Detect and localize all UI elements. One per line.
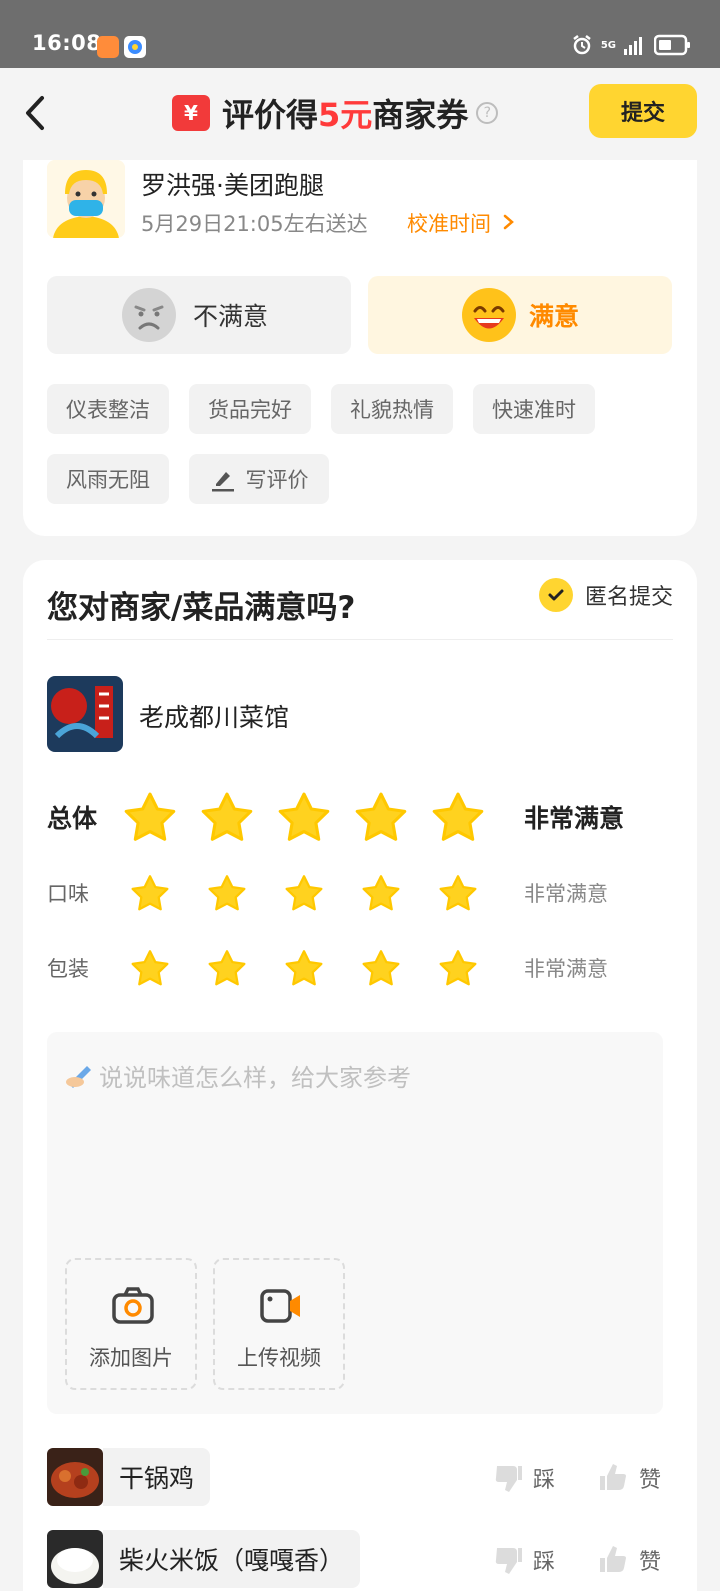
courier-avatar	[47, 160, 125, 238]
rating-star[interactable]	[285, 949, 323, 987]
add-photo-label: 添加图片	[89, 1346, 173, 1370]
dislike-label: 踩	[533, 1468, 556, 1493]
title-highlight: 5元	[318, 96, 373, 134]
rating-star[interactable]	[355, 791, 407, 843]
rating-star[interactable]	[439, 874, 477, 912]
sad-face-icon	[122, 288, 176, 342]
title-suffix: 商家券	[372, 96, 469, 134]
upload-video-button[interactable]: 上传视频	[213, 1258, 345, 1390]
satisfied-label: 满意	[528, 302, 579, 331]
rating-star[interactable]	[432, 791, 484, 843]
divider	[47, 639, 673, 640]
rating-label: 总体	[47, 804, 98, 833]
calibrate-time-label: 校准时间	[407, 212, 491, 236]
add-photo-button[interactable]: 添加图片	[65, 1258, 197, 1390]
thumbs-up-icon	[600, 1464, 626, 1490]
rating-star[interactable]	[362, 949, 400, 987]
rating-star[interactable]	[208, 949, 246, 987]
dish-name: 柴火米饭（嘎嘎香）	[103, 1530, 361, 1588]
writing-hand-icon	[66, 1066, 91, 1088]
top-bar: ¥ 评价得5元商家券 ? 提交	[0, 68, 720, 160]
page-title: ¥ 评价得5元商家券 ?	[172, 88, 499, 138]
write-review-button[interactable]: 写评价	[189, 454, 329, 504]
rating-star[interactable]	[124, 791, 176, 843]
rating-label: 包装	[47, 957, 89, 981]
signal-icon	[624, 37, 642, 55]
submit-button[interactable]: 提交	[589, 84, 697, 138]
rating-star[interactable]	[439, 949, 477, 987]
status-bar: 16:08 5G	[0, 0, 720, 68]
anonymous-label: 匿名提交	[584, 585, 673, 610]
tag-chip[interactable]: 货品完好	[189, 384, 311, 434]
checkmark-icon	[538, 578, 573, 612]
like-button[interactable]: 赞	[599, 1462, 661, 1494]
dish-name: 干锅鸡	[103, 1448, 211, 1506]
back-button[interactable]	[18, 90, 58, 136]
upload-video-label: 上传视频	[237, 1346, 321, 1370]
dislike-button[interactable]: 踩	[493, 1544, 555, 1576]
thumbs-down-icon	[495, 1548, 522, 1574]
title-prefix: 评价得	[222, 96, 319, 134]
thumbs-up-icon	[600, 1546, 626, 1572]
merchant-question: 您对商家/菜品满意吗?	[47, 590, 356, 626]
chevron-right-icon	[503, 214, 514, 230]
calibrate-time-link[interactable]: 校准时间	[407, 208, 516, 238]
pen-icon	[211, 472, 234, 492]
tag-chip[interactable]: 仪表整洁	[47, 384, 169, 434]
status-time: 16:08	[32, 31, 102, 55]
battery-icon	[654, 34, 690, 56]
dish-row: 干锅鸡 踩 赞	[47, 1448, 673, 1508]
video-camera-icon	[260, 1289, 300, 1323]
merchant-review-card: 您对商家/菜品满意吗? 匿名提交 老成都川菜馆 总体 非常满意 口味 非常满意 …	[23, 560, 697, 1591]
network-type-label: 5G	[600, 39, 616, 51]
like-label: 赞	[639, 1550, 662, 1575]
rating-star[interactable]	[285, 874, 323, 912]
dislike-button[interactable]: 踩	[493, 1462, 555, 1494]
delivery-review-card: 罗洪强·美团跑腿 5月29日21:05左右送达 校准时间 不满意 满意 仪表整洁…	[23, 160, 697, 536]
thumbs-down-icon	[495, 1466, 522, 1492]
review-text-area[interactable]: 说说味道怎么样，给大家参考 添加图片 上传视频	[47, 1032, 663, 1414]
courier-name: 罗洪强·美团跑腿	[141, 171, 324, 200]
dish-thumbnail	[47, 1530, 103, 1588]
dissatisfied-option[interactable]: 不满意	[47, 276, 351, 354]
write-review-label: 写评价	[245, 468, 309, 492]
dislike-label: 踩	[533, 1550, 556, 1575]
tag-chip[interactable]: 快速准时	[473, 384, 595, 434]
rating-star[interactable]	[362, 874, 400, 912]
rating-result: 非常满意	[524, 882, 608, 906]
rating-overall: 总体 非常满意	[47, 787, 673, 847]
rating-star[interactable]	[201, 791, 253, 843]
like-label: 赞	[639, 1468, 662, 1493]
shop-logo	[47, 676, 123, 752]
rating-star[interactable]	[278, 791, 330, 843]
dish-row: 柴火米饭（嘎嘎香） 踩 赞	[47, 1530, 673, 1590]
rating-taste: 口味 非常满意	[47, 863, 673, 923]
tag-chip[interactable]: 礼貌热情	[331, 384, 453, 434]
browser-notification-icon	[124, 36, 146, 58]
camera-icon	[112, 1287, 154, 1324]
help-icon[interactable]: ?	[476, 102, 499, 124]
review-placeholder: 说说味道怎么样，给大家参考	[99, 1064, 411, 1092]
rating-label: 口味	[47, 882, 89, 906]
delivery-eta: 5月29日21:05左右送达	[141, 212, 368, 236]
like-button[interactable]: 赞	[599, 1544, 661, 1576]
anonymous-toggle[interactable]: 匿名提交	[538, 578, 673, 612]
chevron-left-icon	[26, 96, 44, 130]
shop-name: 老成都川菜馆	[139, 703, 290, 732]
rating-result: 非常满意	[524, 804, 625, 833]
rating-star[interactable]	[131, 874, 169, 912]
app-notification-icon	[97, 36, 119, 58]
happy-face-icon	[461, 288, 516, 342]
rating-packaging: 包装 非常满意	[47, 938, 673, 998]
rating-result: 非常满意	[524, 957, 608, 981]
alarm-icon	[573, 35, 591, 55]
rating-star[interactable]	[208, 874, 246, 912]
tag-chip[interactable]: 风雨无阻	[47, 454, 169, 504]
rating-star[interactable]	[131, 949, 169, 987]
dish-thumbnail	[47, 1448, 103, 1506]
coupon-icon: ¥	[172, 95, 210, 131]
dissatisfied-label: 不满意	[193, 302, 269, 331]
satisfied-option[interactable]: 满意	[368, 276, 672, 354]
